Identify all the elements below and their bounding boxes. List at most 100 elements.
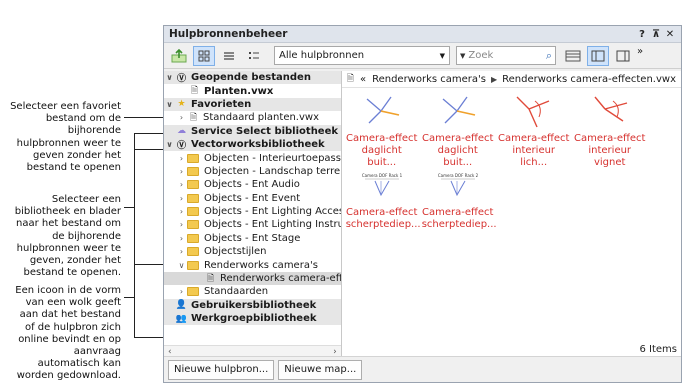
resource-item[interactable]: Camera-effect daglicht buit... xyxy=(422,93,494,169)
vectorworks-icon: Ⓥ xyxy=(176,74,186,85)
chevron-right-icon[interactable]: › xyxy=(176,247,187,256)
folder-icon xyxy=(187,153,199,163)
menu-lines-icon xyxy=(565,50,581,61)
tree-item-planten[interactable]: 🗎 Planten.vwx xyxy=(164,84,341,97)
breadcrumb: 🗎 « Renderworks camera's ▶ Renderworks c… xyxy=(341,71,681,88)
tree-folder[interactable]: › Objecten - Interieurtoepassingen xyxy=(164,151,341,164)
window-title: Hulpbronnenbeheer xyxy=(169,28,288,40)
callout-cloud-line xyxy=(124,297,134,298)
resource-item[interactable]: Camera-effect interieur vignet xyxy=(574,93,646,169)
file-icon: 🗎 xyxy=(189,112,198,123)
chevron-right-icon[interactable]: › xyxy=(176,180,187,189)
tree-folder-standaarden[interactable]: › Standaarden xyxy=(164,285,341,298)
camera-effect-thumbnail xyxy=(516,96,549,128)
chevron-down-icon: ▼ xyxy=(439,51,445,60)
two-pane-button[interactable] xyxy=(587,45,609,66)
folder-icon xyxy=(187,207,199,217)
resource-item[interactable]: Camera-effect interieur lich... xyxy=(498,93,570,169)
tree-item-renderworks-file[interactable]: 🗎 Renderworks camera-effecten.vwx xyxy=(164,271,341,286)
resource-item[interactable]: Camera DOF Rack 2 Camera-effect scherpte… xyxy=(422,167,497,231)
detail-list-icon xyxy=(249,51,259,59)
folder-icon xyxy=(187,166,199,176)
chevron-right-icon[interactable]: › xyxy=(176,287,187,296)
help-button[interactable]: ? xyxy=(636,29,648,40)
panel-options-button[interactable] xyxy=(562,46,584,66)
overflow-icon[interactable]: » xyxy=(637,46,643,57)
chevron-down-icon[interactable]: ∨ xyxy=(176,261,187,270)
chevron-right-icon[interactable]: › xyxy=(176,167,187,176)
close-button[interactable]: ✕ xyxy=(664,29,676,40)
list-view-button[interactable] xyxy=(218,46,240,66)
tree-folder[interactable]: › Objects - Ent Event xyxy=(164,192,341,205)
new-folder-button[interactable]: Nieuwe map... xyxy=(278,359,363,380)
file-icon: 🗎 xyxy=(346,74,354,84)
callout-cloud: Een icoon in de vorm van een wolk geeft … xyxy=(15,285,121,382)
search-options-icon[interactable]: ▼ xyxy=(460,52,465,60)
callout-library-line xyxy=(124,207,134,208)
tree-folder[interactable]: › Objectstijlen xyxy=(164,245,341,258)
pin-button[interactable]: ⊼ xyxy=(650,29,662,40)
tree-item-standaard-planten[interactable]: › 🗎 Standaard planten.vwx xyxy=(164,111,341,124)
tree-vectorworks-library[interactable]: ∨ Ⓥ Vectorworksbibliotheek xyxy=(164,137,341,152)
new-resource-button[interactable]: Nieuwe hulpbron... xyxy=(168,359,275,380)
chevron-right-icon[interactable]: › xyxy=(176,194,187,203)
tree-folder[interactable]: › Objecten - Landschap terreinaanleg xyxy=(164,165,341,178)
chevron-right-icon[interactable]: › xyxy=(176,234,187,243)
chevron-down-icon[interactable]: ∨ xyxy=(164,73,175,82)
callout-library: Selecteer een bibliotheek en blader naar… xyxy=(14,194,121,279)
cloud-icon: ☁ xyxy=(177,126,186,137)
resource-item[interactable]: Camera DOF Rack 1 Camera-effect scherpte… xyxy=(346,167,421,231)
callout-favorite: Selecteer een favoriet bestand om de bij… xyxy=(10,101,121,174)
file-icon: 🗎 xyxy=(190,86,199,97)
thumbnail-caption: Camera DOF Rack 2 xyxy=(438,173,479,178)
tree-user-library[interactable]: 👤 Gebruikersbibliotheek xyxy=(164,298,341,313)
chevron-right-icon: ▶ xyxy=(490,74,498,84)
user-icon: 👤 xyxy=(175,300,188,311)
breadcrumb-file[interactable]: Renderworks camera-effecten.vwx xyxy=(502,74,676,85)
camera-effect-thumbnail xyxy=(442,96,475,124)
resource-filter-select[interactable]: Alle hulpbronnen ▼ xyxy=(274,46,450,65)
title-bar: Hulpbronnenbeheer ? ⊼ ✕ xyxy=(164,26,681,43)
tree-folder[interactable]: › Objects - Ent Lighting Instruments xyxy=(164,218,341,231)
chevron-right-icon[interactable]: › xyxy=(176,207,187,216)
file-icon: 🗎 xyxy=(206,273,215,284)
folder-icon xyxy=(187,193,199,203)
resource-content-pane: 🗎 « Renderworks camera's ▶ Renderworks c… xyxy=(341,71,681,358)
folder-icon xyxy=(187,180,199,190)
chevron-down-icon[interactable]: ∨ xyxy=(164,140,175,149)
resource-manager-window: Hulpbronnenbeheer ? ⊼ ✕ Alle hulpbronnen… xyxy=(163,25,682,383)
vectorworks-icon: Ⓥ xyxy=(176,141,186,152)
group-icon: 👥 xyxy=(175,313,188,324)
import-button[interactable] xyxy=(168,46,190,66)
chevron-right-icon[interactable]: › xyxy=(176,154,187,163)
camera-effect-thumbnail xyxy=(594,96,627,122)
split-pane-icon xyxy=(591,50,605,61)
library-tree: ∨ Ⓥ Geopende bestanden 🗎 Planten.vwx ∨ ★… xyxy=(164,71,342,358)
search-field[interactable]: ▼ Zoek ⌕ xyxy=(456,46,556,65)
tree-folder[interactable]: › Objects - Ent Audio xyxy=(164,178,341,191)
detail-view-button[interactable] xyxy=(243,46,265,66)
tree-folder[interactable]: › Objects - Ent Stage xyxy=(164,232,341,245)
toolbar: Alle hulpbronnen ▼ ▼ Zoek ⌕ » xyxy=(164,43,681,69)
preview-pane-button[interactable] xyxy=(612,46,634,66)
chevron-down-icon[interactable]: ∨ xyxy=(164,100,175,109)
chevron-right-icon[interactable]: › xyxy=(176,220,187,229)
preview-pane-icon xyxy=(616,50,630,61)
tree-open-files[interactable]: ∨ Ⓥ Geopende bestanden xyxy=(164,71,341,85)
tree-folder[interactable]: › Objects - Ent Lighting Accessories xyxy=(164,205,341,218)
thumbnail-caption: Camera DOF Rack 1 xyxy=(362,173,403,178)
tree-folder-renderworks[interactable]: ∨ Renderworks camera's xyxy=(164,258,341,271)
camera-effect-thumbnail xyxy=(366,96,399,124)
thumbnail-view-button[interactable] xyxy=(193,45,215,66)
camera-dof-thumbnail: Camera DOF Rack 1 xyxy=(362,173,403,197)
tree-workgroup-library[interactable]: 👥 Werkgroepbibliotheek xyxy=(164,312,341,326)
chevron-right-icon[interactable]: › xyxy=(176,113,187,122)
breadcrumb-back[interactable]: « xyxy=(360,74,366,85)
tree-service-select[interactable]: ☁ Service Select bibliotheek xyxy=(164,124,341,138)
search-input[interactable]: Zoek xyxy=(468,50,545,61)
grid-icon xyxy=(198,50,210,61)
folder-icon xyxy=(187,247,199,257)
tree-favorites[interactable]: ∨ ★ Favorieten xyxy=(164,97,341,112)
breadcrumb-folder[interactable]: Renderworks camera's xyxy=(372,74,486,85)
resource-item[interactable]: Camera-effect daglicht buit... xyxy=(346,93,418,169)
